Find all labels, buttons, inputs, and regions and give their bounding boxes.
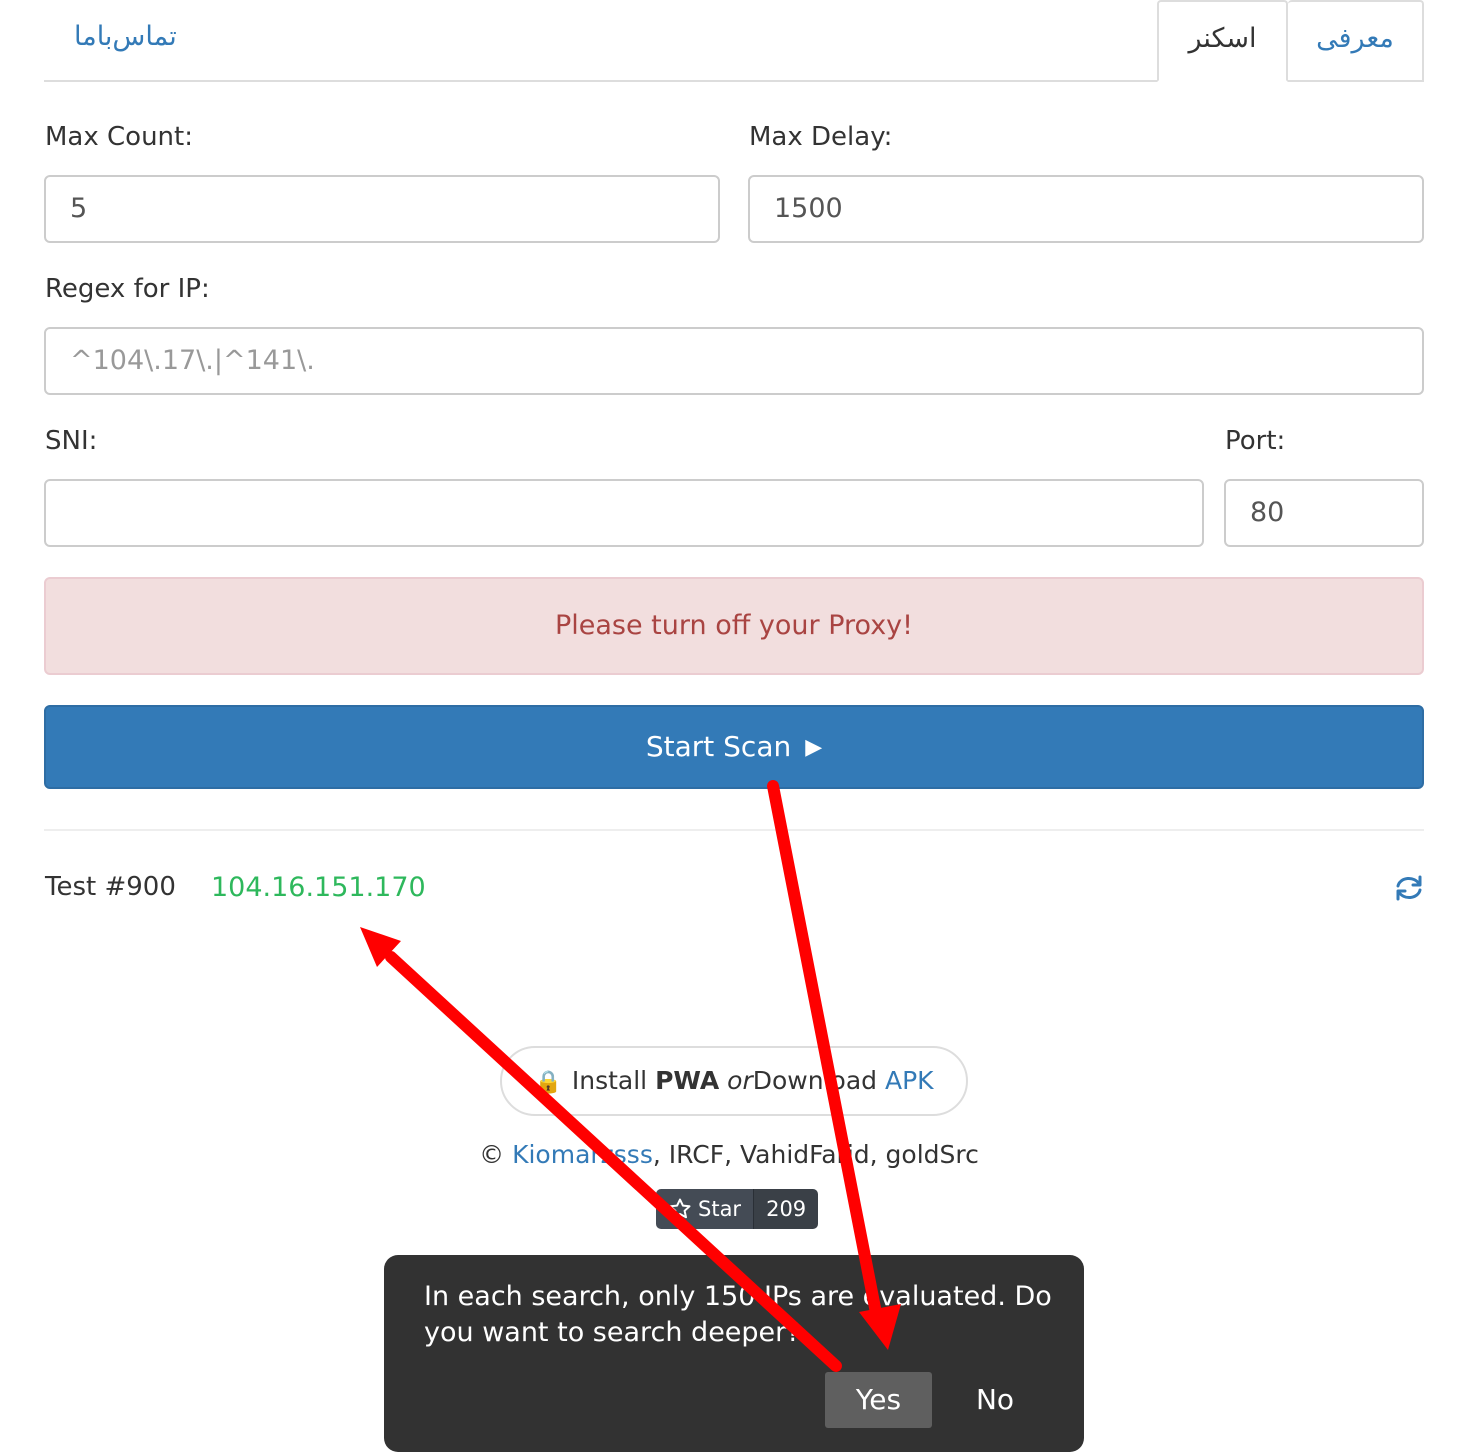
tab-scanner[interactable]: اسکنر [1157, 0, 1288, 82]
play-icon: ▶ [805, 735, 823, 760]
github-star-count[interactable]: 209 [754, 1189, 819, 1229]
regex-input[interactable]: ^104\.17\.|^141\. [44, 327, 1424, 395]
nav-tabs: تماس‌باما اسکنر معرفی [44, 0, 1424, 82]
max-delay-input[interactable]: 1500 [748, 175, 1424, 243]
toast-message: In each search, only 150 IPs are evaluat… [424, 1281, 1052, 1348]
refresh-icon[interactable] [1392, 871, 1426, 905]
sni-input[interactable] [44, 479, 1204, 547]
port-label: Port: [1225, 426, 1286, 456]
port-input[interactable]: 80 [1224, 479, 1424, 547]
credits: © Kiomarzsss, IRCF, VahidFarid, goldSrc [0, 1140, 1458, 1169]
credit-names: , IRCF, VahidFarid, goldSrc [652, 1140, 979, 1169]
proxy-alert-text: Please turn off your Proxy! [554, 610, 913, 641]
divider [44, 829, 1424, 831]
toast-yes-button[interactable]: Yes [825, 1372, 932, 1428]
proxy-alert: Please turn off your Proxy! [44, 577, 1424, 675]
regex-label: Regex for IP: [45, 274, 210, 304]
apk-link[interactable]: APK [885, 1066, 934, 1095]
or-text: or [727, 1066, 753, 1095]
sni-label: SNI: [45, 426, 98, 456]
start-scan-button[interactable]: Start Scan ▶ [44, 705, 1424, 789]
install-pwa-button[interactable]: 🔒 Install PWA orDownload APK [500, 1046, 968, 1116]
pwa-text: PWA [655, 1066, 720, 1095]
github-star-label: Star [698, 1197, 742, 1221]
max-count-label: Max Count: [45, 122, 193, 152]
max-count-input[interactable]: 5 [44, 175, 720, 243]
github-star-button[interactable]: Star [656, 1189, 755, 1229]
start-scan-label: Start Scan [645, 730, 792, 763]
star-icon [669, 1198, 691, 1219]
copyright-symbol: © [479, 1140, 505, 1169]
test-counter: Test #900 [45, 872, 176, 902]
credit-link-kiomarzsss[interactable]: Kiomarzsss [512, 1140, 653, 1169]
github-star-badge[interactable]: Star 209 [656, 1189, 819, 1229]
install-text: Install [571, 1066, 648, 1095]
result-ip[interactable]: 104.16.151.170 [211, 872, 426, 903]
max-delay-label: Max Delay: [749, 122, 893, 152]
download-text: Download [752, 1066, 878, 1095]
search-deeper-toast: In each search, only 150 IPs are evaluat… [384, 1255, 1084, 1452]
tab-contact[interactable]: تماس‌باما [74, 0, 177, 80]
tab-intro[interactable]: معرفی [1288, 0, 1424, 80]
toast-no-button[interactable]: No [954, 1372, 1036, 1428]
lock-icon: 🔒 [534, 1070, 562, 1095]
